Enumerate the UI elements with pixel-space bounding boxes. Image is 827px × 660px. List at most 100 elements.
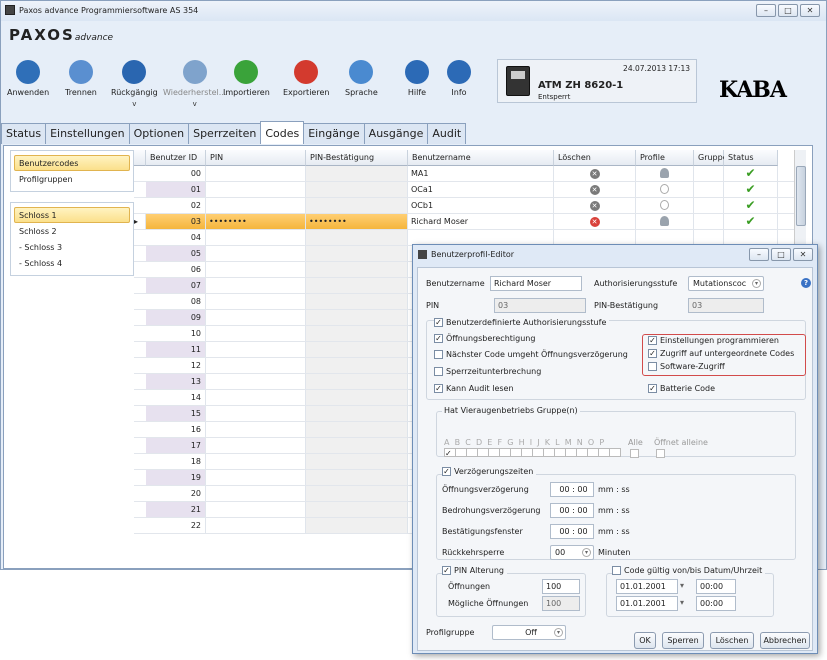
tab-status[interactable]: Status — [1, 123, 47, 144]
username-cell[interactable] — [408, 230, 554, 245]
toolbar-button-info[interactable]: Info — [447, 60, 471, 97]
interrupt-checkbox[interactable]: Sperrzeitunterbrechung — [434, 367, 541, 376]
pin-cell[interactable] — [206, 374, 306, 389]
delete-icon[interactable]: ✕ — [589, 169, 600, 179]
tab-codes[interactable]: Codes — [260, 121, 305, 144]
toolbar-button-export[interactable]: Exportieren — [283, 60, 329, 97]
pin-confirm-cell[interactable] — [306, 294, 408, 309]
tab-eingänge[interactable]: Eingänge — [303, 123, 365, 144]
toolbar-button-apply[interactable]: Anwenden — [7, 60, 49, 97]
pin-confirm-cell[interactable] — [306, 182, 408, 197]
pin-cell[interactable] — [206, 262, 306, 277]
lock-button[interactable]: Sperren — [662, 632, 704, 649]
pin-confirm-cell[interactable] — [306, 390, 408, 405]
user-id-cell[interactable]: 04 — [146, 230, 206, 245]
dialog-maximize-button[interactable]: □ — [771, 248, 791, 261]
dropdown-indicator[interactable]: v — [111, 100, 158, 108]
nav-item[interactable]: Profilgruppen — [14, 171, 130, 187]
group-cell[interactable] — [694, 166, 724, 181]
delete-cell[interactable]: ✕ — [554, 182, 636, 197]
column-header[interactable]: Löschen — [554, 150, 636, 166]
audit-checkbox[interactable]: ✓ Kann Audit lesen — [434, 384, 514, 393]
delete-cell[interactable]: ✕ — [554, 166, 636, 181]
pin-cell[interactable] — [206, 182, 306, 197]
open-alone-checkbox[interactable] — [656, 449, 665, 458]
tab-optionen[interactable]: Optionen — [128, 123, 190, 144]
pin-confirm-cell[interactable] — [306, 422, 408, 437]
threat-delay-input[interactable]: 00 : 00 — [550, 503, 594, 518]
column-header[interactable]: PIN-Bestätigung — [306, 150, 408, 166]
delete-cell[interactable] — [554, 230, 636, 245]
custom-auth-checkbox[interactable]: ✓ Benutzerdefinierte Authorisierungsstufe — [434, 318, 610, 327]
group-cell[interactable] — [694, 182, 724, 197]
date-spin-icon[interactable]: ▾ — [680, 581, 684, 590]
tab-einstellungen[interactable]: Einstellungen — [45, 123, 130, 144]
column-header[interactable]: Status — [724, 150, 778, 166]
tab-audit[interactable]: Audit — [427, 123, 467, 144]
status-cell[interactable]: ✔ — [724, 214, 778, 229]
tab-ausgänge[interactable]: Ausgänge — [363, 123, 429, 144]
minimize-button[interactable]: – — [756, 4, 776, 17]
pin-cell[interactable] — [206, 390, 306, 405]
status-cell[interactable] — [724, 230, 778, 245]
delete-cell[interactable]: ✕ — [554, 214, 636, 229]
nav-item[interactable]: - Schloss 4 — [14, 255, 130, 271]
scroll-thumb[interactable] — [796, 166, 806, 226]
column-header[interactable]: PIN — [206, 150, 306, 166]
dropdown-indicator[interactable]: v — [163, 100, 226, 108]
pin-confirm-cell[interactable] — [306, 326, 408, 341]
user-id-cell[interactable]: 21 — [146, 502, 206, 517]
username-input[interactable]: Richard Moser — [490, 276, 582, 291]
username-cell[interactable]: OCa1 — [408, 182, 554, 197]
column-header[interactable]: Benutzer ID — [146, 150, 206, 166]
user-id-cell[interactable]: 06 — [146, 262, 206, 277]
user-id-cell[interactable]: 22 — [146, 518, 206, 533]
nav-item[interactable]: Schloss 2 — [14, 223, 130, 239]
pin-input[interactable]: 03 — [494, 298, 586, 313]
dialog-minimize-button[interactable]: – — [749, 248, 769, 261]
table-row[interactable]: 02 OCb1 ✕ ✔ — [134, 198, 794, 214]
nav-item[interactable]: Benutzercodes — [14, 155, 130, 171]
user-id-cell[interactable]: 09 — [146, 310, 206, 325]
delete-icon[interactable]: ✕ — [589, 201, 600, 211]
pin-cell[interactable] — [206, 342, 306, 357]
delete-cell[interactable]: ✕ — [554, 198, 636, 213]
pin-cell[interactable] — [206, 486, 306, 501]
profile-cell[interactable] — [636, 166, 694, 181]
pin-cell[interactable] — [206, 326, 306, 341]
column-header[interactable]: Benutzername — [408, 150, 554, 166]
pin-confirm-cell[interactable] — [306, 502, 408, 517]
ok-button[interactable]: OK — [634, 632, 656, 649]
group-cell[interactable] — [694, 230, 724, 245]
battery-code-checkbox[interactable]: ✓ Batterie Code — [648, 384, 715, 393]
user-id-cell[interactable]: 14 — [146, 390, 206, 405]
pin-confirm-cell[interactable] — [306, 438, 408, 453]
pin-confirm-input[interactable]: 03 — [688, 298, 764, 313]
close-button[interactable]: ✕ — [800, 4, 820, 17]
pin-confirm-cell[interactable]: •••••••• — [306, 214, 408, 229]
toolbar-button-undo[interactable]: Rückgängig v — [111, 60, 158, 108]
pin-cell[interactable] — [206, 246, 306, 261]
user-id-cell[interactable]: 08 — [146, 294, 206, 309]
user-id-cell[interactable]: 11 — [146, 342, 206, 357]
user-id-cell[interactable]: 15 — [146, 406, 206, 421]
toolbar-button-disconnect[interactable]: Trennen — [65, 60, 97, 97]
valid-to-date[interactable]: 01.01.2001 — [616, 596, 678, 611]
user-id-cell[interactable]: 05 — [146, 246, 206, 261]
profile-cell[interactable] — [636, 230, 694, 245]
user-id-cell[interactable]: 10 — [146, 326, 206, 341]
pin-cell[interactable] — [206, 294, 306, 309]
settings-checkbox[interactable]: ✓ Einstellungen programmieren — [648, 336, 779, 345]
table-row[interactable]: 00 MA1 ✕ ✔ — [134, 166, 794, 182]
pin-cell[interactable] — [206, 438, 306, 453]
pin-confirm-cell[interactable] — [306, 310, 408, 325]
valid-from-date[interactable]: 01.01.2001 — [616, 579, 678, 594]
group-cell[interactable] — [694, 214, 724, 229]
group-cell[interactable] — [694, 198, 724, 213]
table-row[interactable]: ▸ 03 •••••••• •••••••• Richard Moser ✕ ✔ — [134, 214, 794, 230]
pin-cell[interactable] — [206, 406, 306, 421]
pin-cell[interactable] — [206, 502, 306, 517]
pin-confirm-cell[interactable] — [306, 262, 408, 277]
next-code-checkbox[interactable]: Nächster Code umgeht Öffnungsverzögerung — [434, 350, 628, 359]
subordinate-checkbox[interactable]: ✓ Zugriff auf untergeordnete Codes — [648, 349, 794, 358]
